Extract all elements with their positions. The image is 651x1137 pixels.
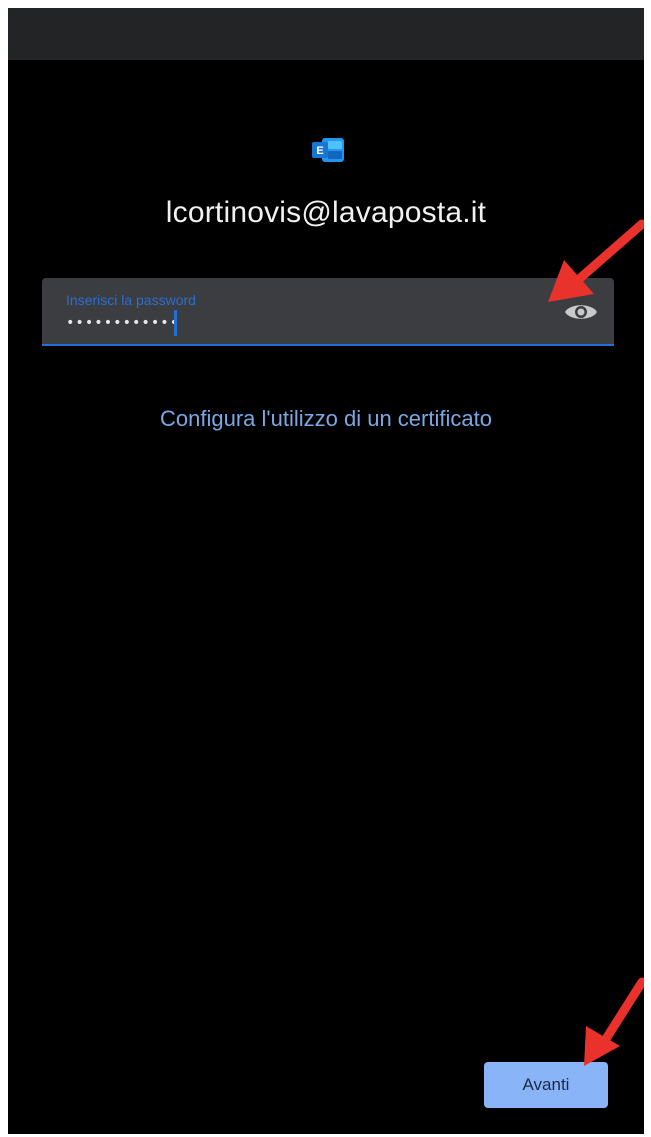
arrow-icon bbox=[584, 977, 644, 1066]
account-email: lcortinovis@lavaposta.it bbox=[165, 196, 487, 229]
text-cursor bbox=[174, 310, 177, 336]
svg-text:E: E bbox=[316, 145, 323, 157]
password-input[interactable]: •••••••••••• bbox=[66, 314, 179, 332]
phone-screen: E lcortinovis@lavaposta.it Inserisci la … bbox=[8, 8, 644, 1134]
exchange-logo-icon: E bbox=[312, 138, 344, 162]
eye-icon[interactable] bbox=[564, 300, 598, 324]
password-field-label: Inserisci la password bbox=[66, 292, 196, 308]
password-field[interactable]: Inserisci la password •••••••••••• bbox=[42, 278, 614, 346]
configure-certificate-link[interactable]: Configura l'utilizzo di un certificato bbox=[8, 406, 644, 432]
status-bar bbox=[8, 8, 644, 60]
next-button[interactable]: Avanti bbox=[484, 1062, 608, 1108]
